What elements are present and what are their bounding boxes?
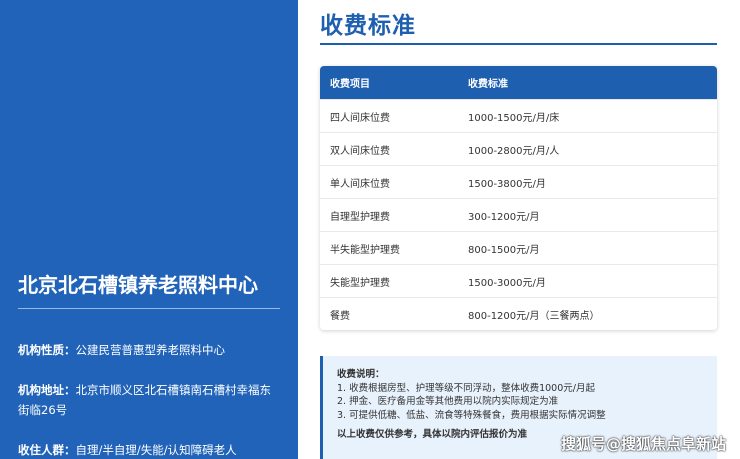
fee-price: 1500-3800元/月 bbox=[468, 178, 546, 190]
header-price: 收费标准 bbox=[468, 79, 508, 90]
fee-item: 餐费 bbox=[330, 310, 350, 322]
fee-price: 300-1200元/月 bbox=[468, 211, 540, 223]
residents-label: 收住人群： bbox=[18, 443, 76, 457]
institution-type-row: 机构性质：公建民营普惠型养老照料中心 bbox=[18, 340, 280, 360]
institution-type-value: 公建民营普惠型养老照料中心 bbox=[75, 343, 226, 357]
table-row: 半失能型护理费 800-1500元/月 bbox=[320, 231, 717, 264]
page-title: 收费标准 bbox=[320, 13, 416, 39]
table-row: 餐费 800-1200元/月（三餐两点） bbox=[320, 297, 717, 330]
table-row: 四人间床位费 1000-1500元/月/床 bbox=[320, 99, 717, 132]
institution-address-label: 机构地址： bbox=[18, 383, 76, 397]
left-info-panel: 北京北石槽镇养老照料中心 机构性质：公建民营普惠型养老照料中心 机构地址：北京市… bbox=[0, 0, 298, 459]
center-name-heading: 北京北石槽镇养老照料中心 bbox=[18, 270, 280, 309]
fee-price: 800-1200元/月（三餐两点） bbox=[468, 310, 600, 322]
note-line: 3. 可提供低糖、低盐、流食等特殊餐食，费用根据实际情况调整 bbox=[337, 409, 606, 421]
fee-price: 1000-1500元/月/床 bbox=[468, 112, 560, 124]
note-line: 1. 收费根据房型、护理等级不同浮动，整体收费1000元/月起 bbox=[337, 382, 595, 394]
source-watermark: 搜狐号@搜狐焦点阜新站 bbox=[560, 435, 726, 453]
fee-table: 收费项目 收费标准 四人间床位费 1000-1500元/月/床 双人间床位费 1… bbox=[320, 66, 717, 330]
title-divider bbox=[320, 43, 717, 45]
fee-item: 四人间床位费 bbox=[330, 112, 390, 124]
fee-item: 双人间床位费 bbox=[330, 145, 390, 157]
table-row: 单人间床位费 1500-3800元/月 bbox=[320, 165, 717, 198]
residents-value: 自理/半自理/失能/认知障碍老人 bbox=[75, 443, 237, 457]
fee-price: 1000-2800元/月/人 bbox=[468, 145, 560, 157]
residents-row: 收住人群：自理/半自理/失能/认知障碍老人 bbox=[18, 440, 280, 459]
fee-price: 1500-3000元/月 bbox=[468, 277, 546, 289]
note-title: 收费说明： bbox=[337, 369, 385, 380]
header-item: 收费项目 bbox=[330, 79, 370, 90]
fee-item: 自理型护理费 bbox=[330, 211, 390, 223]
fee-item: 失能型护理费 bbox=[330, 277, 390, 289]
note-line: 2. 押金、医疗备用金等其他费用以院内实际规定为准 bbox=[337, 396, 559, 407]
institution-address-row: 机构地址：北京市顺义区北石槽镇南石槽村幸福东街临26号 bbox=[18, 380, 280, 420]
institution-type-label: 机构性质： bbox=[18, 343, 76, 357]
fee-price: 800-1500元/月 bbox=[468, 244, 540, 256]
fee-section: 收费标准 收费项目 收费标准 四人间床位费 1000-1500元/月/床 双人间… bbox=[298, 0, 740, 459]
table-row: 自理型护理费 300-1200元/月 bbox=[320, 198, 717, 231]
fee-table-header: 收费项目 收费标准 bbox=[320, 66, 717, 99]
table-row: 双人间床位费 1000-2800元/月/人 bbox=[320, 132, 717, 165]
fee-item: 单人间床位费 bbox=[330, 178, 390, 190]
fee-item: 半失能型护理费 bbox=[330, 244, 400, 256]
table-row: 失能型护理费 1500-3000元/月 bbox=[320, 264, 717, 297]
